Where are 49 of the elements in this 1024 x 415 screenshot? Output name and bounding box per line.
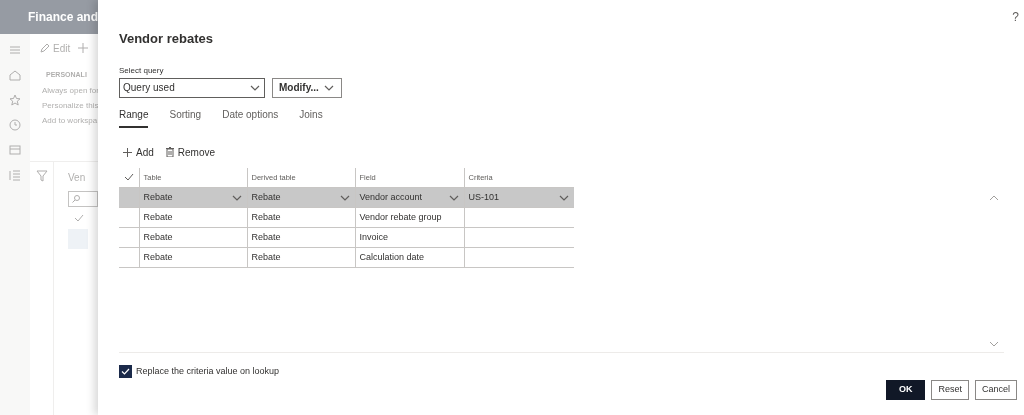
ok-button[interactable]: OK (885, 380, 926, 400)
field-label: Select query (119, 64, 165, 77)
checkmark-icon (121, 366, 130, 376)
menu-icon (9, 44, 21, 56)
search-field[interactable] (68, 190, 98, 207)
table-cell: Rebate (247, 207, 355, 228)
modify-button[interactable]: Modify... (272, 77, 342, 98)
filter-icon (35, 169, 48, 182)
table-cell: Calculation date (355, 247, 464, 268)
dialog-button[interactable]: Cancel (975, 380, 1017, 400)
tab[interactable]: Sorting (169, 106, 202, 128)
plus-icon (123, 147, 132, 157)
tab[interactable]: Joins (299, 106, 323, 128)
check-icon (74, 212, 84, 223)
scroll-down-icon (989, 339, 999, 348)
star-icon (9, 94, 21, 106)
table-cell: Invoice (355, 227, 464, 248)
checkbox-label: Replace the criteria value on lookup (136, 364, 280, 378)
remove-button[interactable]: Remove (165, 144, 216, 160)
cell-dropdown[interactable]: Rebate (139, 187, 247, 208)
tab[interactable]: Date options (222, 106, 279, 128)
pencil-icon (40, 43, 50, 53)
list-icon (9, 169, 21, 181)
checkbox[interactable] (119, 364, 132, 378)
table-cell: Rebate (247, 247, 355, 268)
list-title: Ven (68, 170, 87, 185)
clock-icon (9, 119, 21, 131)
search-icon (72, 194, 80, 203)
table-cell: Rebate (247, 227, 355, 248)
add-button[interactable]: Add (123, 144, 154, 160)
query-dropdown[interactable]: Query used (119, 77, 265, 98)
table-cell: Vendor rebate group (355, 207, 464, 228)
home-icon (9, 69, 21, 81)
dialog-title: Vendor rebates (119, 30, 214, 48)
tab[interactable]: Range (119, 106, 149, 128)
workspace-icon (9, 144, 21, 156)
table-cell: Rebate (139, 227, 247, 248)
cell-dropdown[interactable]: Rebate (247, 187, 355, 208)
table-cell: Rebate (139, 247, 247, 268)
check-icon (123, 172, 134, 183)
scroll-up-icon (989, 193, 999, 202)
dialog-button[interactable]: Reset (931, 380, 969, 400)
plus-icon (78, 43, 89, 53)
trash-icon (165, 147, 174, 157)
cell-dropdown[interactable]: Vendor account (355, 187, 464, 208)
cell-dropdown[interactable]: US-101 (464, 187, 574, 208)
app-title: Finance and (28, 9, 98, 26)
help-button[interactable]: ? (1012, 8, 1019, 26)
table-cell: Rebate (139, 207, 247, 228)
